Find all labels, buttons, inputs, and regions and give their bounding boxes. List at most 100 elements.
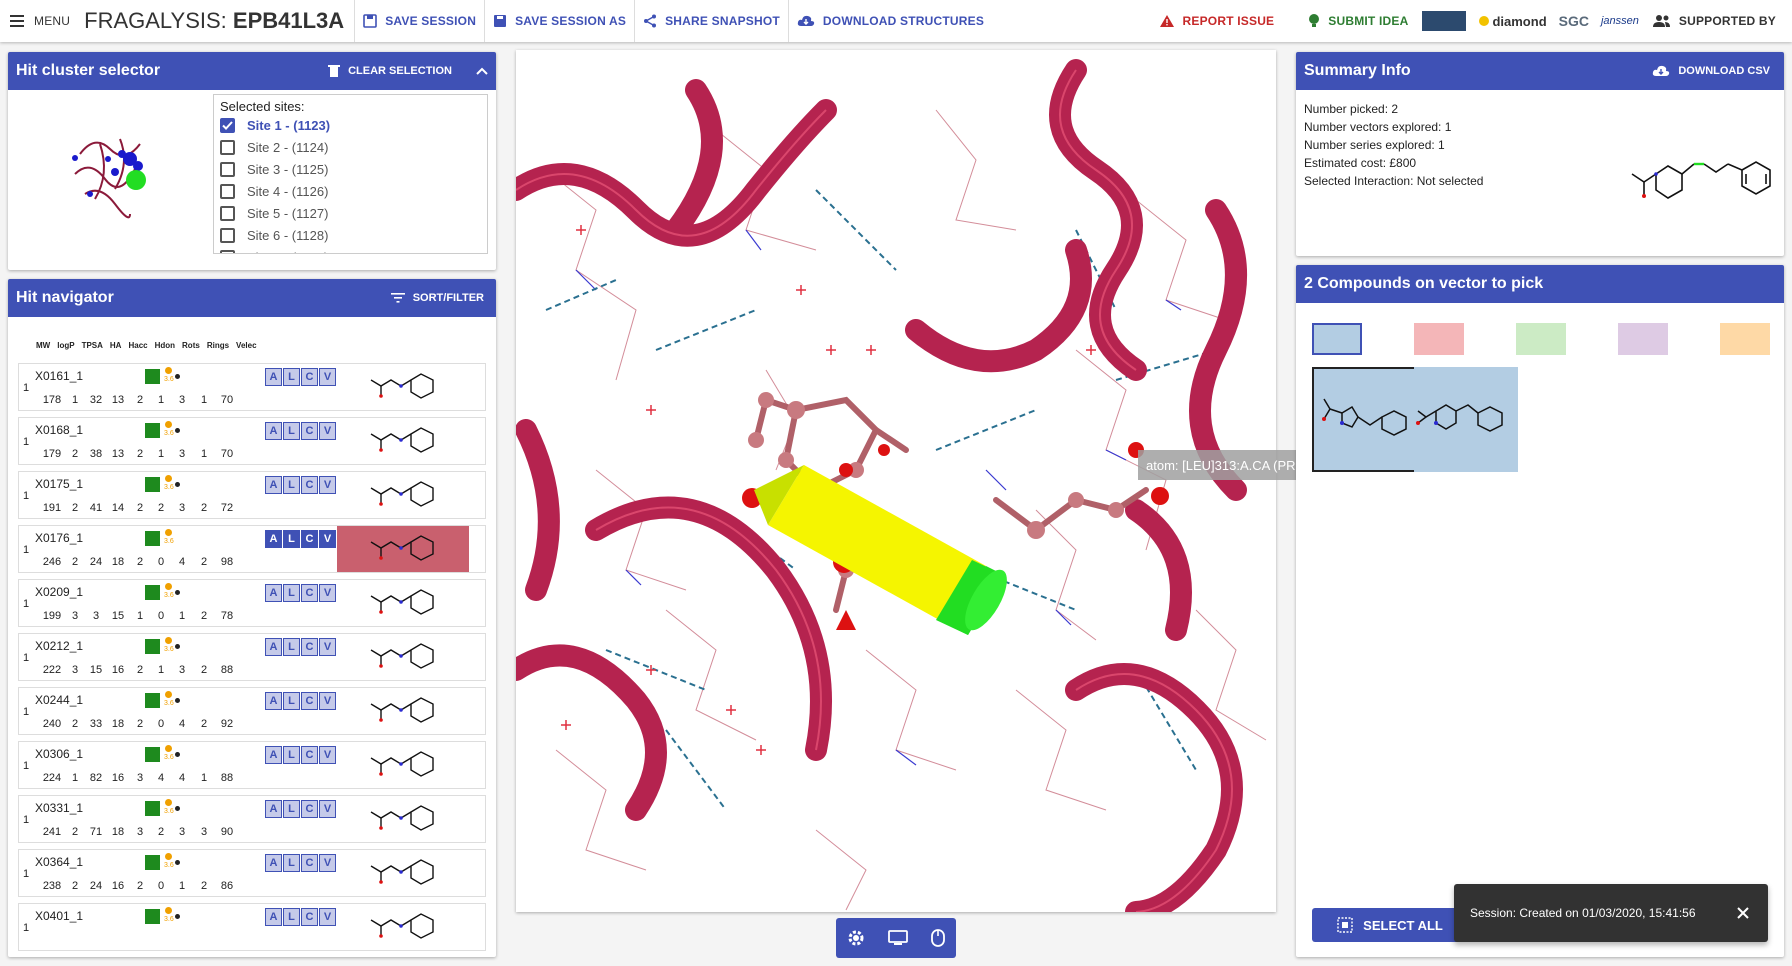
molecule-2d-drawing[interactable] [337,634,469,680]
view-toggle-button[interactable]: L [283,800,300,818]
view-toggle-button[interactable]: C [301,584,318,602]
column-header[interactable]: logP [57,341,74,350]
molecule-2d-drawing[interactable] [337,796,469,842]
unchecked-checkbox-icon[interactable] [220,227,235,243]
view-toggle-button[interactable]: L [283,908,300,926]
supported-by-button[interactable]: SUPPORTED BY [1645,0,1792,42]
column-header[interactable]: HA [110,341,122,350]
menu-button[interactable]: MENU [0,0,78,42]
hit-row[interactable]: 1 X0364_1 3.6 238 2 24 16 2 0 1 2 86 A L C V [18,849,486,897]
molecule-2d-drawing[interactable] [337,418,469,464]
view-toggle-button[interactable]: L [283,584,300,602]
site-checkbox-row[interactable]: Site 7 - (1129) [220,246,481,253]
hit-row[interactable]: 1 X0161_1 3.6 178 1 32 13 2 1 3 1 70 A L C V [18,363,486,411]
color-swatch[interactable] [1720,323,1770,355]
view-toggle-button[interactable]: C [301,800,318,818]
view-toggle-button[interactable]: A [265,584,282,602]
view-toggle-button[interactable]: C [301,638,318,656]
molecule-2d-drawing[interactable] [337,364,469,410]
view-toggle-button[interactable]: V [319,908,336,926]
view-toggle-button[interactable]: A [265,638,282,656]
unchecked-checkbox-icon[interactable] [220,205,235,221]
color-swatch[interactable] [1414,323,1464,355]
select-all-button[interactable]: SELECT ALL [1312,908,1468,942]
molecule-3d-viewer[interactable] [516,50,1276,912]
unchecked-checkbox-icon[interactable] [220,139,235,155]
view-toggle-button[interactable]: V [319,422,336,440]
view-toggle-button[interactable]: A [265,854,282,872]
hit-row[interactable]: 1 X0306_1 3.6 224 1 82 16 3 4 4 1 88 A L C V [18,741,486,789]
view-toggle-button[interactable]: L [283,530,300,548]
share-snapshot-button[interactable]: SHARE SNAPSHOT [635,0,788,42]
view-toggle-button[interactable]: A [265,692,282,710]
view-toggle-button[interactable]: L [283,746,300,764]
view-toggle-button[interactable]: V [319,476,336,494]
sort-filter-button[interactable]: SORT/FILTER [390,292,484,304]
molecule-2d-drawing[interactable] [337,904,469,950]
view-toggle-button[interactable]: V [319,638,336,656]
compound-tile-1[interactable] [1312,367,1416,472]
site-checkbox-row[interactable]: Site 2 - (1124) [220,136,481,158]
view-toggle-button[interactable]: A [265,530,282,548]
view-toggle-button[interactable]: V [319,854,336,872]
view-toggle-button[interactable]: A [265,746,282,764]
chevron-up-icon[interactable] [476,67,488,75]
color-swatch[interactable] [1516,323,1566,355]
view-toggle-button[interactable]: V [319,584,336,602]
view-toggle-button[interactable]: A [265,422,282,440]
molecule-2d-drawing[interactable] [337,688,469,734]
view-toggle-button[interactable]: L [283,638,300,656]
molecule-2d-drawing[interactable] [337,580,469,626]
compound-tile-2[interactable] [1414,367,1518,472]
column-header[interactable]: Hacc [128,341,147,350]
diamond-logo[interactable]: diamond [1478,14,1547,29]
view-toggle-button[interactable]: V [319,530,336,548]
hit-row[interactable]: 1 X0176_1 3.6 246 2 24 18 2 0 4 2 98 A L C V [18,525,486,573]
view-toggle-button[interactable]: V [319,746,336,764]
color-swatch[interactable] [1312,323,1362,355]
molecule-2d-drawing[interactable] [337,742,469,788]
view-toggle-button[interactable]: V [319,368,336,386]
hit-row[interactable]: 1 X0209_1 3.6 199 3 3 15 1 0 1 2 78 A L C V [18,579,486,627]
site-checkbox-row[interactable]: Site 6 - (1128) [220,224,481,246]
molecule-2d-drawing[interactable] [337,472,469,518]
protein-thumbnail[interactable] [60,114,170,234]
color-swatch[interactable] [1618,323,1668,355]
hit-row[interactable]: 1 X0244_1 3.6 240 2 33 18 2 0 4 2 92 A L C V [18,687,486,735]
site-checkbox-row[interactable]: Site 1 - (1123) [220,114,481,136]
unchecked-checkbox-icon[interactable] [220,161,235,177]
view-toggle-button[interactable]: A [265,368,282,386]
site-checkbox-row[interactable]: Site 5 - (1127) [220,202,481,224]
view-toggle-button[interactable]: C [301,368,318,386]
column-header[interactable]: TPSA [82,341,103,350]
hit-row[interactable]: 1 X0331_1 3.6 241 2 71 18 3 2 3 3 90 A L C V [18,795,486,843]
view-toggle-button[interactable]: A [265,476,282,494]
janssen-logo[interactable]: janssen [1601,15,1639,27]
hit-row[interactable]: 1 X0175_1 3.6 191 2 41 14 2 2 3 2 72 A L C V [18,471,486,519]
clear-selection-button[interactable]: CLEAR SELECTION [328,64,452,78]
download-structures-button[interactable]: DOWNLOAD STRUCTURES [789,0,992,42]
download-csv-button[interactable]: DOWNLOAD CSV [1652,64,1770,78]
checked-checkbox-icon[interactable] [220,117,235,133]
report-issue-button[interactable]: REPORT ISSUE [1151,0,1283,42]
settings-icon[interactable] [847,929,865,947]
molecule-2d-drawing[interactable] [337,526,469,572]
mouse-icon[interactable] [930,929,945,947]
view-toggle-button[interactable]: C [301,692,318,710]
view-toggle-button[interactable]: C [301,530,318,548]
column-header[interactable]: Hdon [155,341,175,350]
view-toggle-button[interactable]: L [283,692,300,710]
submit-idea-button[interactable]: SUBMIT IDEA [1300,0,1416,42]
hit-row[interactable]: 1 X0168_1 3.6 179 2 38 13 2 1 3 1 70 A L C V [18,417,486,465]
column-header[interactable]: MW [36,341,50,350]
view-toggle-button[interactable]: A [265,800,282,818]
view-toggle-button[interactable]: L [283,854,300,872]
save-session-button[interactable]: SAVE SESSION [355,0,484,42]
protein-structure-render[interactable] [516,50,1276,912]
view-toggle-button[interactable]: C [301,422,318,440]
column-header[interactable]: Rings [207,341,229,350]
column-header[interactable]: Velec [236,341,256,350]
unchecked-checkbox-icon[interactable] [220,249,235,253]
save-session-as-button[interactable]: SAVE SESSION AS [485,0,634,42]
site-checkbox-row[interactable]: Site 3 - (1125) [220,158,481,180]
